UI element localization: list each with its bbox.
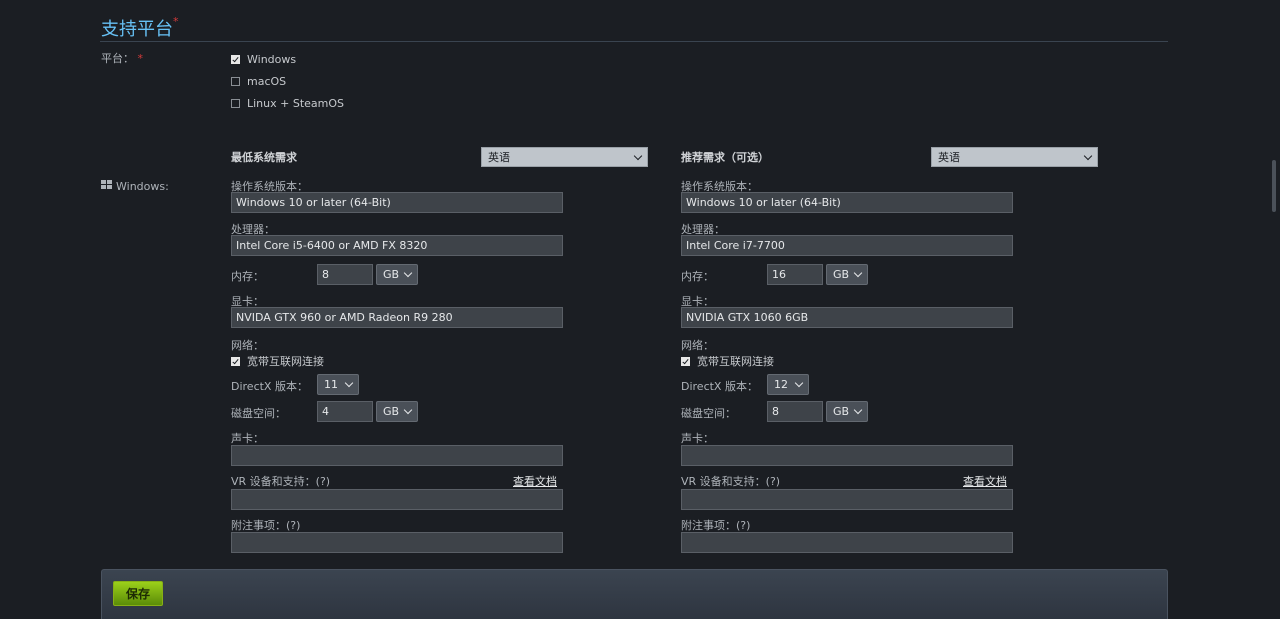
chevron-down-icon (853, 405, 863, 415)
rec-gpu-input[interactable]: NVIDIA GTX 1060 6GB (681, 307, 1013, 328)
rec-network-label: 网络： (681, 339, 714, 352)
chevron-down-icon (853, 268, 863, 278)
rec-notes-label: 附注事项：(?) (681, 519, 751, 532)
min-vr-docs-link[interactable]: 查看文档 (513, 473, 557, 489)
min-notes-label: 附注事项：(?) (231, 519, 301, 532)
min-cpu-input[interactable]: Intel Core i5-6400 or AMD FX 8320 (231, 235, 563, 256)
min-vr-input[interactable] (231, 489, 563, 510)
rec-cpu-input[interactable]: Intel Core i7-7700 (681, 235, 1013, 256)
min-disk-label: 磁盘空间： (231, 407, 286, 420)
windows-row-label: Windows: (101, 180, 169, 193)
chevron-down-icon (403, 268, 413, 278)
platform-checkbox-windows[interactable]: Windows (231, 53, 296, 66)
checkbox[interactable] (681, 356, 690, 366)
min-notes-input[interactable] (231, 532, 563, 553)
required-mark: * (173, 15, 179, 28)
chevron-down-icon (344, 378, 354, 388)
platform-checkbox-linux[interactable]: Linux + SteamOS (231, 97, 344, 110)
chevron-down-icon (403, 405, 413, 415)
chevron-down-icon (633, 151, 643, 160)
rec-network-checkbox[interactable]: 宽带互联网连接 (681, 353, 774, 369)
min-directx-label: DirectX 版本： (231, 380, 308, 393)
min-memory-unit-select[interactable]: GB (376, 264, 418, 285)
rec-directx-label: DirectX 版本： (681, 380, 758, 393)
rec-directx-select[interactable]: 12 (767, 374, 809, 395)
minimum-requirements-heading: 最低系统需求 (231, 151, 297, 164)
rec-memory-unit-select[interactable]: GB (826, 264, 868, 285)
min-directx-select[interactable]: 11 (317, 374, 359, 395)
chevron-down-icon (794, 378, 804, 388)
rec-disk-label: 磁盘空间： (681, 407, 736, 420)
rec-sound-input[interactable] (681, 445, 1013, 466)
min-memory-input[interactable]: 8 (317, 264, 373, 285)
platform-label: 平台： * (101, 52, 144, 65)
min-gpu-input[interactable]: NVIDA GTX 960 or AMD Radeon R9 280 (231, 307, 563, 328)
rec-memory-label: 内存： (681, 270, 714, 283)
rec-vr-label: VR 设备和支持：(?) (681, 475, 781, 488)
rec-os-input[interactable]: Windows 10 or later (64-Bit) (681, 192, 1013, 213)
min-sound-label: 声卡： (231, 432, 264, 445)
checkbox[interactable] (231, 77, 240, 86)
min-disk-input[interactable]: 4 (317, 401, 373, 422)
min-vr-label: VR 设备和支持：(?) (231, 475, 331, 488)
checkbox[interactable] (231, 356, 240, 366)
min-os-input[interactable]: Windows 10 or later (64-Bit) (231, 192, 563, 213)
min-network-checkbox[interactable]: 宽带互联网连接 (231, 353, 324, 369)
rec-notes-input[interactable] (681, 532, 1013, 553)
platform-checkbox-macos[interactable]: macOS (231, 75, 286, 88)
rec-disk-input[interactable]: 8 (767, 401, 823, 422)
windows-logo-icon (101, 180, 113, 191)
rec-vr-docs-link[interactable]: 查看文档 (963, 473, 1007, 489)
rec-vr-input[interactable] (681, 489, 1013, 510)
min-sound-input[interactable] (231, 445, 563, 466)
minimum-language-select[interactable]: 英语 (481, 147, 648, 167)
rec-disk-unit-select[interactable]: GB (826, 401, 868, 422)
chevron-down-icon (1083, 151, 1093, 160)
min-network-label: 网络： (231, 339, 264, 352)
checkbox[interactable] (231, 99, 240, 108)
recommended-language-select[interactable]: 英语 (931, 147, 1098, 167)
recommended-requirements-heading: 推荐需求（可选） (681, 151, 769, 164)
min-memory-label: 内存： (231, 270, 264, 283)
required-mark: * (137, 52, 144, 65)
save-bar (101, 569, 1168, 619)
scrollbar-thumb[interactable] (1272, 160, 1276, 212)
title-divider (100, 41, 1168, 42)
rec-memory-input[interactable]: 16 (767, 264, 823, 285)
save-button[interactable]: 保存 (113, 581, 163, 606)
checkbox[interactable] (231, 55, 240, 64)
section-title: 支持平台* (101, 15, 179, 40)
rec-sound-label: 声卡： (681, 432, 714, 445)
min-disk-unit-select[interactable]: GB (376, 401, 418, 422)
